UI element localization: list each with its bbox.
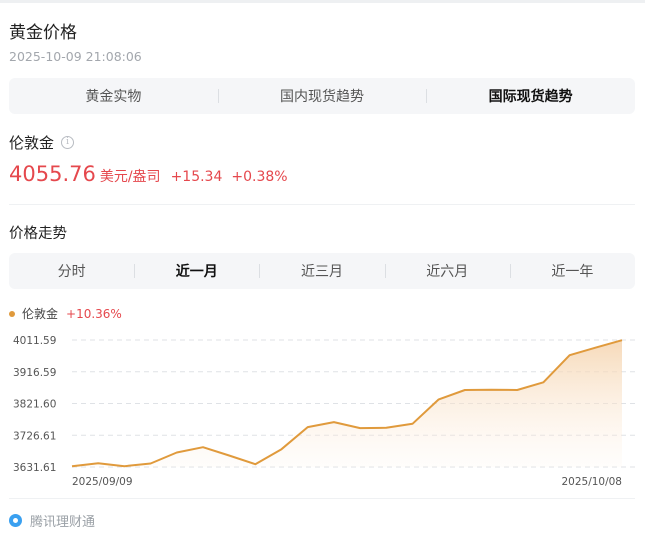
x-axis-start-label: 2025/09/09	[72, 476, 133, 488]
legend-change-percent: +10.36%	[66, 306, 122, 321]
y-axis-tick-label: 3726.61	[13, 430, 56, 442]
y-axis-tick-label: 3631.61	[13, 462, 56, 474]
y-axis-tick-label: 4011.59	[13, 335, 56, 347]
tab-one-month[interactable]: 近一月	[134, 253, 259, 289]
chart-legend: 伦敦金 +10.36%	[9, 305, 122, 322]
price-trend-chart[interactable]: 4011.59 3916.59 3821.60 3726.61 3631.61 2025…	[0, 330, 645, 492]
y-axis-tick-label: 3821.60	[13, 399, 56, 411]
price-change: +15.34	[170, 169, 223, 185]
update-timestamp: 2025-10-09 21:08:06	[9, 49, 142, 64]
price-unit: 美元/盎司	[99, 169, 161, 185]
section-divider	[9, 204, 635, 205]
tab-physical-gold[interactable]: 黄金实物	[9, 78, 218, 114]
x-axis-end-label: 2025/10/08	[561, 476, 622, 488]
range-tab-bar: 分时 近一月 近三月 近六月 近一年	[9, 253, 635, 289]
tab-one-year[interactable]: 近一年	[509, 253, 635, 289]
tab-six-months[interactable]: 近六月	[384, 253, 510, 289]
tab-domestic-spot-trend[interactable]: 国内现货趋势	[217, 78, 427, 114]
product-name: 伦敦金	[9, 134, 55, 152]
main-tab-bar: 黄金实物 国内现货趋势 国际现货趋势	[9, 78, 635, 114]
current-price: 4055.76	[9, 162, 96, 186]
brand-logo-icon	[9, 514, 22, 527]
top-border	[0, 0, 645, 3]
info-icon[interactable]: i	[61, 136, 75, 149]
price-row: 4055.76 美元/盎司 +15.34 +0.38%	[9, 162, 288, 186]
footer: 腾讯理财通	[9, 511, 95, 530]
legend-marker	[9, 310, 15, 317]
trend-section-title: 价格走势	[9, 226, 67, 242]
tab-intraday[interactable]: 分时	[9, 253, 134, 289]
y-axis-tick-label: 3916.59	[13, 367, 56, 379]
product-header: 伦敦金 i	[9, 132, 75, 153]
footer-brand[interactable]: 腾讯理财通	[30, 511, 95, 530]
price-change-percent: +0.38%	[231, 169, 288, 185]
legend-series-name: 伦敦金	[22, 307, 59, 321]
tab-three-months[interactable]: 近三月	[259, 253, 384, 289]
tab-international-spot-trend[interactable]: 国际现货趋势	[426, 78, 635, 114]
page-title: 黄金价格	[9, 23, 77, 43]
footer-divider	[9, 498, 635, 499]
